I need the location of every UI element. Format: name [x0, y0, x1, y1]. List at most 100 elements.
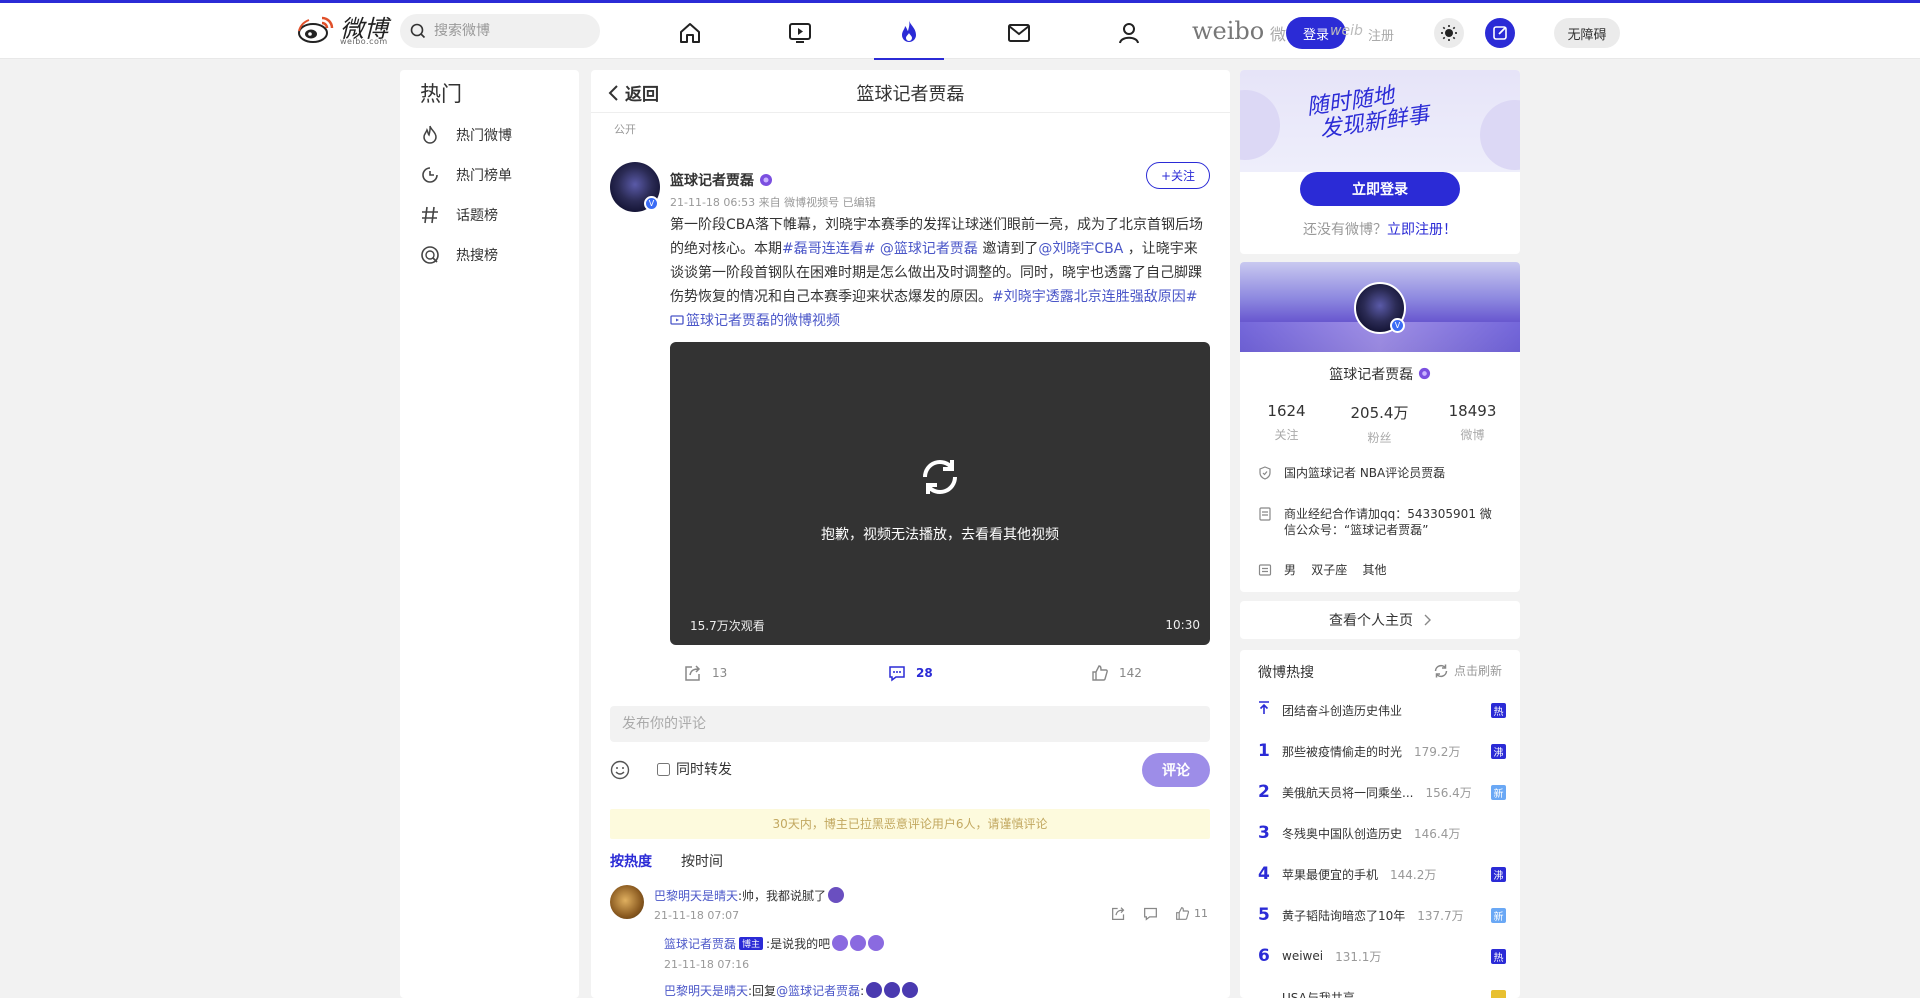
author-name-text: 篮球记者贾磊 [670, 173, 754, 189]
commenter-avatar[interactable] [610, 885, 644, 919]
mail-icon [1008, 24, 1030, 42]
profile-info-text: 男 双子座 其他 [1284, 563, 1387, 577]
author-name[interactable]: 篮球记者贾磊 [670, 170, 773, 190]
top-navigation-bar: 微博 weibo.com weibo 微 登录 weib 注册 无障碍 [0, 3, 1920, 60]
hot-search-item[interactable]: 3 冬残奥中国队创造历史 146.4万 [1258, 823, 1506, 843]
reply-author-name[interactable]: 巴黎明天是晴天 [664, 984, 748, 998]
register-prompt-text: 还没有微博？ [1303, 222, 1387, 238]
follow-button[interactable]: +关注 [1146, 162, 1210, 189]
view-profile-button[interactable]: 查看个人主页 [1240, 601, 1520, 639]
submit-comment-button[interactable]: 评论 [1142, 753, 1210, 787]
theme-toggle-button[interactable] [1434, 18, 1464, 48]
stat-posts[interactable]: 18493 微博 [1426, 402, 1519, 443]
sidebar-item-label: 热门榜单 [456, 168, 512, 184]
profile-info-text: 商业经纪合作请加qq：543305901 微信公众号：“篮球记者贾磊” [1284, 507, 1492, 537]
like-button[interactable]: 142 [1091, 664, 1142, 682]
hot-search-item[interactable]: USA与我共享 [1258, 987, 1506, 998]
comment-time: 21-11-18 07:07 [654, 909, 740, 922]
repost-button[interactable]: 13 [684, 664, 727, 682]
nav-hot[interactable] [874, 6, 944, 60]
mention-link[interactable]: @刘晓宇CBA [1038, 241, 1123, 257]
refresh-label: 点击刷新 [1453, 664, 1502, 678]
login-ghost-text: weib [1330, 23, 1363, 39]
hot-search-word: 苹果最便宜的手机 [1282, 867, 1379, 882]
reply-author-name[interactable]: 篮球记者贾磊 [664, 937, 736, 951]
video-error-message: 抱歉，视频无法播放，去看看其他视频 [821, 527, 1059, 543]
video-player[interactable]: 抱歉，视频无法播放，去看看其他视频 15.7万次观看 10:30 [670, 342, 1210, 645]
comment-like-count: 11 [1194, 907, 1208, 920]
hot-search-refresh-button[interactable]: 点击刷新 [1433, 662, 1502, 679]
weibo-logo[interactable]: 微博 weibo.com [296, 13, 388, 46]
search-input[interactable] [434, 23, 584, 39]
comment-input[interactable] [610, 706, 1210, 742]
comment-reply-button[interactable] [1143, 906, 1158, 921]
hot-search-item[interactable]: 2 美俄航天员将一同乘坐... 156.4万 新 [1258, 782, 1506, 802]
nav-home[interactable] [655, 6, 725, 60]
hot-search-panel: 微博热搜 点击刷新 团结奋斗创造历史伟业热 1 那些被疫情偷走的时光 179.2万沸 2… [1240, 650, 1520, 998]
commenter-name[interactable]: 巴黎明天是晴天 [654, 889, 738, 903]
profile-avatar[interactable]: V [1354, 282, 1406, 334]
emoji-icon[interactable] [610, 760, 630, 780]
hot-search-word: 美俄航天员将一同乘坐... [1282, 785, 1414, 800]
share-icon [685, 665, 701, 681]
stat-value: 1624 [1267, 402, 1306, 420]
sort-by-time-tab[interactable]: 按时间 [681, 851, 723, 871]
profile-info-business: 商业经纪合作请加qq：543305901 微信公众号：“篮球记者贾磊” [1258, 506, 1503, 538]
sidebar-item-label: 热门微博 [456, 128, 512, 144]
accessibility-button[interactable]: 无障碍 [1554, 18, 1620, 48]
topic-link[interactable]: #磊哥连连看# [782, 241, 875, 257]
hot-search-item[interactable]: 6 weiwei 131.1万 热 [1258, 946, 1506, 966]
author-avatar[interactable]: V [610, 162, 660, 212]
nav-video[interactable] [765, 6, 835, 60]
logo-domain: weibo.com [340, 37, 388, 46]
stat-followers[interactable]: 205.4万 粉丝 [1333, 402, 1426, 446]
comment-notice: 30天内，博主已拉黑恶意评论用户6人，请谨慎评论 [610, 809, 1210, 839]
refresh-icon[interactable] [915, 452, 965, 502]
hot-search-word: USA与我共享 [1282, 990, 1355, 998]
login-banner: 随时随地 发现新鲜事 [1240, 70, 1520, 172]
hot-search-word: 那些被疫情偷走的时光 [1282, 744, 1403, 759]
sidebar-item-hot-weibo[interactable]: 热门微博 [420, 123, 512, 147]
post-text: 邀请到了 [977, 241, 1039, 257]
author-badge: 博主 [739, 937, 764, 950]
comment-like-button[interactable]: 11 [1175, 906, 1208, 921]
sidebar-item-hot-search[interactable]: 热搜榜 [420, 243, 498, 267]
login-now-button[interactable]: 立即登录 [1300, 172, 1460, 206]
hot-search-heat: 131.1万 [1335, 949, 1382, 964]
hot-search-tag: 热 [1491, 702, 1506, 718]
profile-name[interactable]: 篮球记者贾磊 [1240, 364, 1520, 384]
reply-text: : [860, 984, 865, 998]
post-detail-panel: 返回 篮球记者贾磊 公开 V 篮球记者贾磊 21-11-18 06:53 来自 … [591, 70, 1230, 998]
hot-search-rank: 6 [1258, 946, 1270, 966]
video-view-count: 15.7万次观看 [690, 619, 765, 633]
search-box[interactable] [400, 14, 600, 48]
hot-search-item[interactable]: 团结奋斗创造历史伟业 热 [1258, 700, 1506, 720]
hot-search-item[interactable]: 1 那些被疫情偷走的时光 179.2万 沸 [1258, 741, 1506, 761]
mention-link[interactable]: @篮球记者贾磊 [776, 984, 860, 998]
reply-text: :回复 [748, 984, 777, 998]
topic-link[interactable]: #刘晓宇透露北京连胜强敌原因# [992, 289, 1197, 305]
hot-search-tag [1491, 989, 1506, 998]
register-now-link[interactable]: 立即注册！ [1387, 222, 1457, 238]
comment-share-button[interactable] [1111, 906, 1126, 921]
comment-icon [889, 666, 905, 682]
video-source-link[interactable]: 篮球记者贾磊的微博视频 [670, 313, 840, 329]
comment-button[interactable]: 28 [888, 664, 933, 682]
hot-search-item[interactable]: 5 黄子韬陆询暗恋了10年 137.7万 新 [1258, 905, 1506, 925]
compose-button[interactable] [1485, 18, 1515, 48]
compose-icon [1493, 26, 1507, 40]
sidebar-item-topics[interactable]: 话题榜 [420, 203, 498, 227]
flame-icon [423, 125, 437, 144]
sidebar-item-hot-rankings[interactable]: 热门榜单 [420, 163, 512, 187]
mention-link[interactable]: @篮球记者贾磊 [880, 241, 978, 257]
also-repost-checkbox[interactable] [657, 762, 670, 776]
nav-messages[interactable] [984, 6, 1054, 60]
stat-following[interactable]: 1624 关注 [1240, 402, 1333, 443]
profile-name-text: 篮球记者贾磊 [1329, 367, 1414, 383]
thumbs-up-icon [1092, 665, 1108, 681]
nav-profile[interactable] [1094, 6, 1164, 60]
hot-search-item[interactable]: 4 苹果最便宜的手机 144.2万 沸 [1258, 864, 1506, 884]
sort-by-hot-tab[interactable]: 按热度 [610, 851, 652, 871]
register-link[interactable]: 注册 [1368, 25, 1394, 44]
also-repost-option[interactable]: 同时转发 [657, 759, 732, 779]
